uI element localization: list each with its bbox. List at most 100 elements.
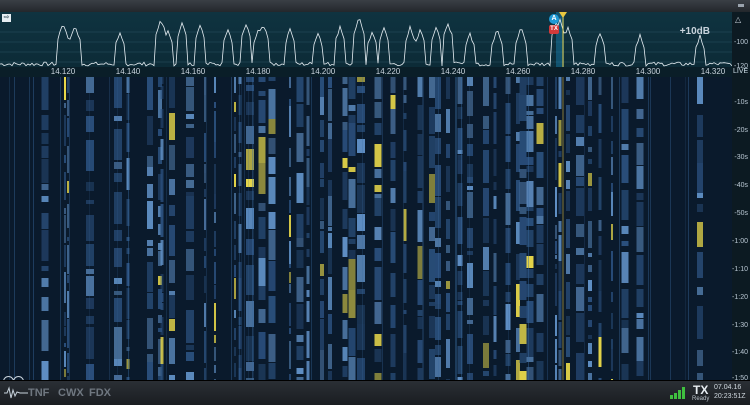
- waterfall-signal-streak: [234, 102, 236, 112]
- waterfall-signal-streak: [147, 184, 153, 198]
- waterfall-signal-streak: [328, 77, 332, 88]
- waterfall-noise-line: [69, 77, 70, 380]
- waterfall-signal-streak: [328, 89, 332, 121]
- waterfall-signal-streak: [296, 238, 304, 247]
- waterfall-noise-line: [206, 77, 207, 380]
- waterfall-signal-streak: [320, 77, 324, 97]
- waterfall-signal-streak: [306, 290, 310, 297]
- waterfall-signal-streak: [483, 188, 489, 216]
- window-grip-icon[interactable]: [738, 4, 744, 7]
- time-label: -50s: [734, 210, 748, 217]
- waterfall-signal-streak: [357, 86, 365, 93]
- waterfall-signal-streak: [390, 109, 396, 134]
- waterfall-noise-line: [650, 77, 651, 380]
- waterfall-signal-streak: [446, 109, 450, 133]
- cwx-toggle[interactable]: CWX: [58, 387, 84, 399]
- waterfall-signal-streak: [390, 142, 396, 158]
- panadapter[interactable]: +10dB ⇨: [0, 12, 732, 72]
- waterfall-signal-streak: [417, 210, 423, 242]
- waterfall-signal-streak: [67, 353, 69, 373]
- waterfall-signal-streak: [169, 319, 175, 331]
- waterfall-signal-streak: [320, 279, 324, 295]
- waterfall-signal-streak: [390, 305, 396, 328]
- waterfall-signal-streak: [234, 174, 236, 187]
- waterfall-signal-streak: [429, 174, 435, 203]
- waterfall-signal-streak: [234, 193, 236, 214]
- waterfall-signal-streak: [516, 77, 520, 83]
- waterfall-signal-streak: [186, 114, 194, 119]
- waterfall-signal-streak: [374, 248, 382, 261]
- waterfall-signal-streak: [519, 253, 527, 278]
- freq-label: 14.180: [245, 67, 271, 76]
- waterfall-signal-streak: [483, 116, 489, 129]
- waterfall-signal-streak: [258, 286, 266, 300]
- panadapter-left-icon[interactable]: ⇨: [2, 14, 11, 22]
- waterfall-signal-streak: [493, 350, 497, 359]
- fdx-toggle[interactable]: FDX: [89, 387, 111, 399]
- waterfall-signal-streak: [147, 354, 153, 362]
- waterfall-noise-line: [128, 77, 129, 380]
- waterfall-signal-streak: [566, 90, 570, 95]
- date-label: 07.04.16: [714, 384, 742, 391]
- waterfall-signal-streak: [519, 353, 527, 363]
- frequency-axis[interactable]: 14.120 14.140 14.160 14.180 14.200 14.22…: [0, 67, 732, 77]
- waterfall-signal-streak: [555, 315, 557, 336]
- waterfall-signal-streak: [41, 184, 49, 190]
- waterfall-signal-streak: [160, 139, 164, 160]
- waterfall-signal-streak: [555, 273, 557, 306]
- waterfall-signal-streak: [558, 221, 562, 232]
- waterfall-signal-streak: [697, 373, 703, 380]
- waterfall-signal-streak: [636, 193, 644, 200]
- tnf-toggle[interactable]: TNF: [28, 387, 49, 399]
- waterfall-signal-streak: [555, 77, 557, 109]
- waterfall-noise-line: [60, 77, 61, 380]
- waterfall-signal-streak: [536, 274, 544, 285]
- waterfall-signal-streak: [204, 331, 206, 363]
- freq-label: 14.260: [505, 67, 531, 76]
- waterfall-signal-streak: [147, 156, 153, 167]
- waterfall-signal-streak: [555, 170, 557, 180]
- waterfall-signal-streak: [342, 158, 348, 168]
- waterfall-signal-streak: [636, 361, 644, 376]
- waterfall-signal-streak: [289, 77, 291, 88]
- waterfall-signal-streak: [566, 219, 570, 248]
- waterfall-signal-streak: [348, 167, 356, 172]
- slice-triangle-icon[interactable]: [559, 12, 567, 18]
- tx-ready-label: Ready: [692, 396, 710, 402]
- tx-marker-badge[interactable]: TX: [549, 25, 559, 34]
- waterfall-signal-streak: [258, 91, 266, 96]
- waterfall-signal-streak: [621, 364, 629, 380]
- waterfall-signal-streak: [566, 191, 570, 211]
- waterfall-signal-streak: [697, 77, 703, 104]
- waterfall-signal-streak: [348, 290, 356, 318]
- tx-status[interactable]: TX: [693, 383, 708, 397]
- waterfall-signal-streak: [493, 112, 497, 144]
- waterfall-signal-streak: [519, 207, 527, 214]
- waterfall-signal-streak: [328, 196, 332, 226]
- waterfall-signal-streak: [41, 196, 49, 202]
- signal-waveform-icon[interactable]: [4, 386, 28, 400]
- waterfall-signal-streak: [576, 313, 584, 342]
- waterfall-signal-streak: [204, 238, 206, 251]
- waterfall-signal-streak: [64, 351, 66, 367]
- waterfall-noise-line: [508, 77, 509, 380]
- waterfall-signal-streak: [268, 334, 276, 362]
- waterfall-signal-streak: [636, 313, 644, 318]
- waterfall-signal-streak: [598, 291, 602, 312]
- waterfall-signal-streak: [555, 116, 557, 134]
- waterfall-signal-streak: [234, 134, 236, 153]
- waterfall-signal-streak: [357, 324, 365, 350]
- waterfall-signal-streak: [526, 269, 534, 278]
- waterfall-signal-streak: [429, 227, 435, 241]
- waterfall-signal-streak: [214, 231, 216, 247]
- scale-up-icon[interactable]: △: [735, 15, 741, 24]
- waterfall-signal-streak: [390, 334, 396, 367]
- waterfall-signal-streak: [342, 209, 348, 229]
- waterfall-signal-streak: [536, 216, 544, 224]
- waterfall-signal-streak: [268, 138, 276, 154]
- waterfall-signal-streak: [306, 233, 310, 238]
- waterfall[interactable]: [0, 77, 732, 380]
- slice-a-marker[interactable]: A: [549, 14, 559, 24]
- waterfall-signal-streak: [493, 149, 497, 176]
- waterfall-signal-streak: [374, 334, 382, 346]
